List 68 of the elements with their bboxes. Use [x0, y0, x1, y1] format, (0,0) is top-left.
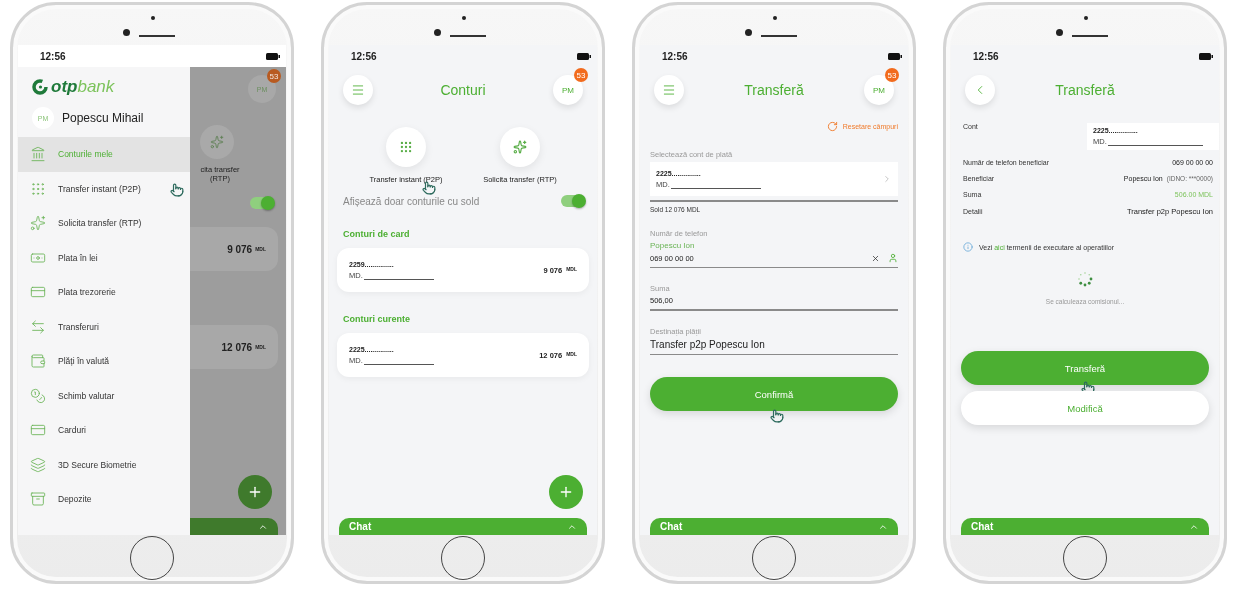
menu-item[interactable]: Schimb valutar: [18, 378, 190, 413]
bank-logo: otpbank: [18, 67, 190, 103]
menu-item[interactable]: Plata în lei: [18, 240, 190, 275]
plus-icon: [247, 484, 263, 500]
plus-icon: [558, 484, 574, 500]
menu-item[interactable]: Depozite: [18, 482, 190, 517]
sparkles-icon: [30, 215, 46, 232]
account-balance: 9 076: [227, 243, 253, 255]
menu-item[interactable]: Plata trezorerie: [18, 275, 190, 310]
chat-bar[interactable]: [190, 518, 278, 535]
front-camera: [1056, 29, 1063, 36]
front-camera: [434, 29, 441, 36]
notification-badge: 53: [267, 69, 281, 83]
archive-icon: [30, 491, 46, 508]
battery-icon: [577, 52, 591, 60]
battery-icon: [888, 52, 902, 60]
chevron-right-icon: [882, 174, 892, 184]
front-camera: [123, 29, 130, 36]
coins-icon: [30, 387, 46, 404]
toggle-label: Afișează doar conturile cu sold: [343, 195, 480, 207]
menu-item[interactable]: 3D Secure Biometrie: [18, 447, 190, 482]
menu-item[interactable]: Transferuri: [18, 309, 190, 344]
sensor-dot: [151, 16, 155, 20]
section-title: Conturi de card: [343, 229, 411, 240]
sparkles-icon: [500, 127, 540, 167]
clear-icon[interactable]: [871, 253, 880, 263]
status-time: 12:56: [40, 50, 66, 62]
menu-item[interactable]: Carduri: [18, 413, 190, 448]
screen-title: Transferă: [744, 82, 804, 98]
sensor-dot: [1084, 16, 1088, 20]
add-button[interactable]: [549, 475, 583, 509]
stacked-cards-icon: [30, 456, 46, 473]
user-name: Popescu Mihail: [62, 111, 144, 125]
loading-spinner: [1076, 270, 1094, 288]
toggle-switch[interactable]: [250, 197, 274, 209]
menu-item[interactable]: Transfer instant (P2P): [18, 171, 190, 206]
sensor-dot: [462, 16, 466, 20]
status-time: 12:56: [973, 50, 999, 62]
dots-grid-icon: [386, 127, 426, 167]
status-time: 12:56: [351, 50, 377, 62]
refresh-icon: [826, 121, 838, 132]
dots-grid-icon: [30, 180, 46, 197]
menu-item[interactable]: Solicita transfer (RTP): [18, 206, 190, 241]
front-camera: [745, 29, 752, 36]
sensor-dot: [773, 16, 777, 20]
battery-icon: [1199, 52, 1213, 60]
menu-button[interactable]: [654, 75, 684, 105]
menu-item[interactable]: Plăți în valută: [18, 344, 190, 379]
notification-badge: 53: [574, 68, 588, 82]
screen-title: Conturi: [440, 82, 486, 98]
toggle-switch[interactable]: [561, 195, 585, 208]
status-time: 12:56: [662, 50, 688, 62]
wallet-icon: [30, 353, 46, 370]
menu-icon: [662, 83, 676, 97]
person-icon[interactable]: [888, 253, 898, 263]
add-button[interactable]: [238, 475, 272, 509]
notification-badge: 53: [885, 68, 899, 82]
arrows-icon: [30, 318, 46, 335]
bank-icon: [30, 146, 46, 163]
menu-button[interactable]: [343, 75, 373, 105]
account-balance: 12 076: [221, 341, 253, 353]
menu-icon: [351, 83, 365, 97]
section-title: Conturi curente: [343, 314, 411, 325]
contact-name: Popescu Ion: [650, 241, 696, 250]
battery-icon: [266, 52, 280, 60]
info-icon: [963, 242, 973, 252]
sparkles-icon: [200, 125, 234, 159]
screen-title: Transferă: [1055, 82, 1115, 98]
